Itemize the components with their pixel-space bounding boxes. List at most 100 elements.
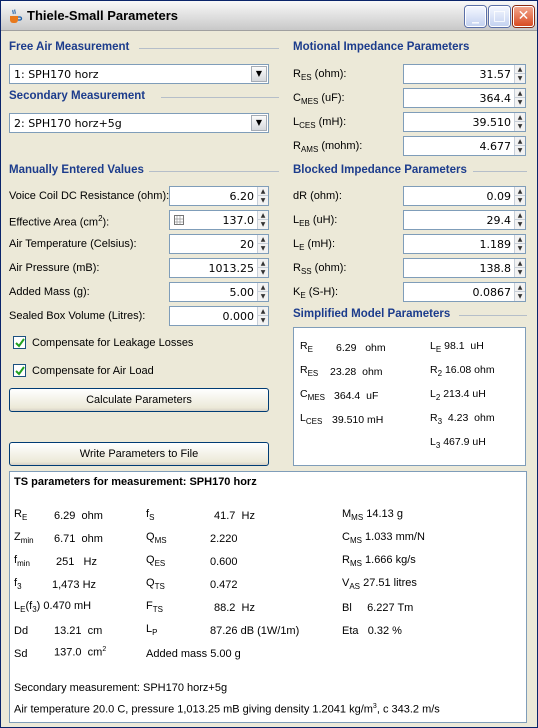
java-cup-icon [10,9,23,23]
leakage-checkbox[interactable]: Compensate for Leakage Losses [13,336,193,349]
simp-left-row: RE [300,340,313,355]
added-mass-input[interactable]: 5.00 ▲ ▼ [169,282,269,302]
simplified-heading: Simplified Model Parameters [293,308,529,320]
result-val: 1,473 Hz [52,579,97,591]
result-sym: Sd [14,648,28,660]
airload-checkbox[interactable]: Compensate for Air Load [13,364,154,377]
result-col3: RMS 1.666 kg/s [342,554,416,569]
leb-field[interactable]: 29.4 ▲ ▼ [403,210,526,230]
simp-right-row: LE 98.1 uH [430,340,484,355]
lces-label: LCES (mH): [293,116,347,131]
secondary-measurement-line: Secondary measurement: SPH170 horz+5g [14,682,228,694]
result-sym: Dd [14,625,29,637]
cmes-field[interactable]: 364.4 ▲ ▼ [403,88,526,108]
cmes-label: CMES (uF): [293,92,345,107]
leb-label: LEB (uH): [293,214,338,229]
result-col3: MMS 14.13 g [342,508,403,523]
spinner-arrows[interactable]: ▲ ▼ [257,307,268,325]
calculator-icon[interactable] [174,215,184,225]
title-bar[interactable]: Thiele-Small Parameters _ □ ✕ [1,1,537,31]
result-sym: QMS [146,531,167,546]
result-sym: Zmin [14,531,34,546]
result-col3: CMS 1.033 mm/N [342,531,425,546]
spinner-arrows[interactable]: ▲ ▼ [514,283,525,301]
free-air-heading: Free Air Measurement [9,41,279,53]
ts-window: Thiele-Small Parameters _ □ ✕ Free Air M… [0,0,538,728]
ke-field[interactable]: 0.0867 ▲ ▼ [403,282,526,302]
result-sym: QTS [146,577,165,592]
voice-coil-input[interactable]: 6.20 ▲ ▼ [169,186,269,206]
chevron-down-icon[interactable]: ▼ [251,115,267,131]
spinner-arrows[interactable]: ▲ ▼ [257,283,268,301]
simp-left-value: 364.4 uF [334,390,379,402]
spinner-arrows[interactable]: ▲ ▼ [257,211,268,229]
results-panel: TS parameters for measurement: SPH170 ho… [9,471,527,723]
le-label: LE (mH): [293,238,336,253]
result-val: 137.0 cm2 [54,646,107,659]
air-temp-label: Air Temperature (Celsius): [9,238,137,250]
spinner-arrows[interactable]: ▲ ▼ [514,211,525,229]
res-label: RES (ohm): [293,68,347,83]
spinner-arrows[interactable]: ▲ ▼ [514,89,525,107]
chevron-down-icon[interactable]: ▼ [251,66,267,82]
box-volume-input[interactable]: 0.000 ▲ ▼ [169,306,269,326]
simp-right-row: L2 213.4 uH [430,388,486,403]
maximize-icon: □ [492,8,507,24]
air-pressure-label: Air Pressure (mB): [9,262,100,274]
air-temp-input[interactable]: 20 ▲ ▼ [169,234,269,254]
result-val: 251 Hz [56,556,97,568]
close-button[interactable]: ✕ [513,6,534,27]
write-file-button[interactable]: Write Parameters to File [9,442,269,466]
maximize-button[interactable]: □ [489,6,510,27]
result-val: 6.71 ohm [54,533,103,545]
spinner-arrows[interactable]: ▲ ▼ [514,187,525,205]
simp-left-row: RES [300,364,319,379]
result-sym: LE(f3) 0.470 mH [14,600,92,615]
results-title: TS parameters for measurement: SPH170 ho… [14,476,257,488]
ke-label: KE (S-H): [293,286,339,301]
result-sym: fS [146,508,155,523]
rams-field[interactable]: 4.677 ▲ ▼ [403,136,526,156]
result-sym: FTS [146,600,163,615]
simp-right-row: R3 4.23 ohm [430,412,495,427]
spinner-arrows[interactable]: ▲ ▼ [514,259,525,277]
result-val: 2.220 [210,533,238,545]
calculate-button[interactable]: Calculate Parameters [9,388,269,412]
secondary-heading: Secondary Measurement [9,90,279,102]
spinner-arrows[interactable]: ▲ ▼ [514,65,525,83]
lces-field[interactable]: 39.510 ▲ ▼ [403,112,526,132]
effective-area-label: Effective Area (cm2): [9,214,110,229]
rams-label: RAMS (mohm): [293,140,363,155]
window-title: Thiele-Small Parameters [27,8,179,23]
dr-field[interactable]: 0.09 ▲ ▼ [403,186,526,206]
spinner-arrows[interactable]: ▲ ▼ [257,187,268,205]
spinner-arrows[interactable]: ▲ ▼ [257,259,268,277]
secondary-combo[interactable]: 2: SPH170 horz+5g ▼ [9,113,269,133]
spinner-arrows[interactable]: ▲ ▼ [257,235,268,253]
result-sym: RE [14,508,28,523]
result-col3: Eta 0.32 % [342,625,402,637]
result-sym: fmin [14,554,30,569]
le-field[interactable]: 1.189 ▲ ▼ [403,234,526,254]
dr-label: dR (ohm): [293,190,342,202]
spinner-arrows[interactable]: ▲ ▼ [514,137,525,155]
effective-area-input[interactable]: 137.0 ▲ ▼ [169,210,269,230]
manual-heading: Manually Entered Values [9,164,279,176]
minimize-icon: _ [472,8,479,24]
minimize-button[interactable]: _ [465,6,486,27]
rss-field[interactable]: 138.8 ▲ ▼ [403,258,526,278]
result-sym: f3 [14,577,22,592]
result-sym: QES [146,554,166,569]
added-mass-label: Added Mass (g): [9,286,90,298]
res-field[interactable]: 31.57 ▲ ▼ [403,64,526,84]
close-icon: ✕ [517,8,530,24]
air-pressure-input[interactable]: 1013.25 ▲ ▼ [169,258,269,278]
free-air-combo[interactable]: 1: SPH170 horz ▼ [9,64,269,84]
result-val: 87.26 dB (1W/1m) [210,625,300,637]
simplified-panel: RE 6.29 ohm RES 23.28 ohm CMES 364.4 uF … [293,327,526,466]
spinner-arrows[interactable]: ▲ ▼ [514,113,525,131]
box-volume-label: Sealed Box Volume (Litres): [9,310,146,322]
result-sym: LP [146,623,158,638]
spinner-arrows[interactable]: ▲ ▼ [514,235,525,253]
simp-right-row: L3 467.9 uH [430,436,486,451]
